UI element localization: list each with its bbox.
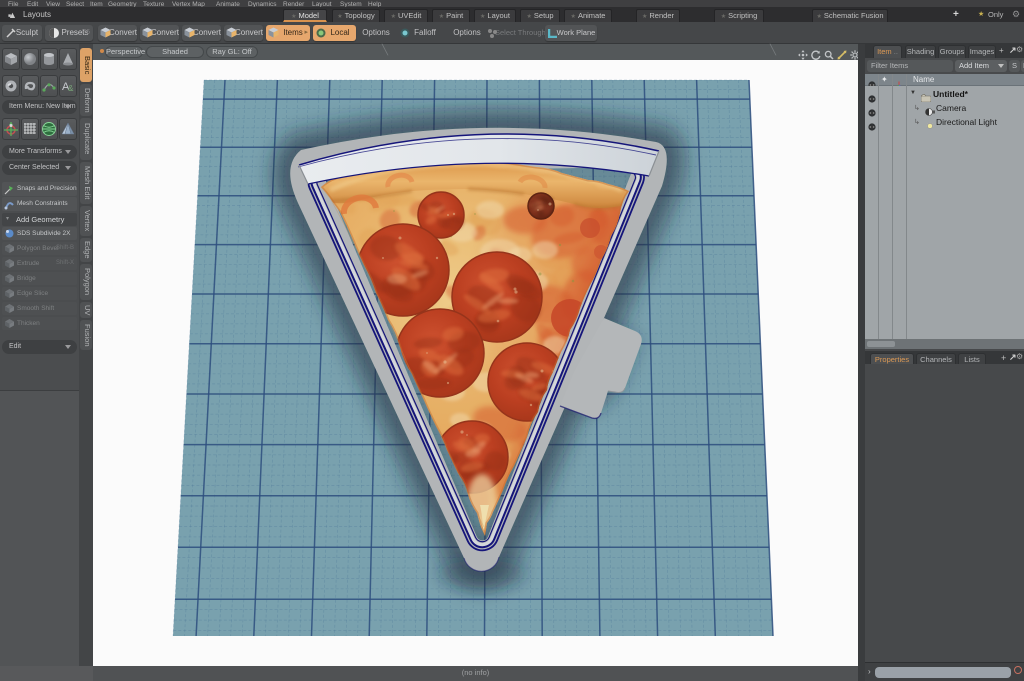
svg-text:&: & [68, 84, 74, 93]
